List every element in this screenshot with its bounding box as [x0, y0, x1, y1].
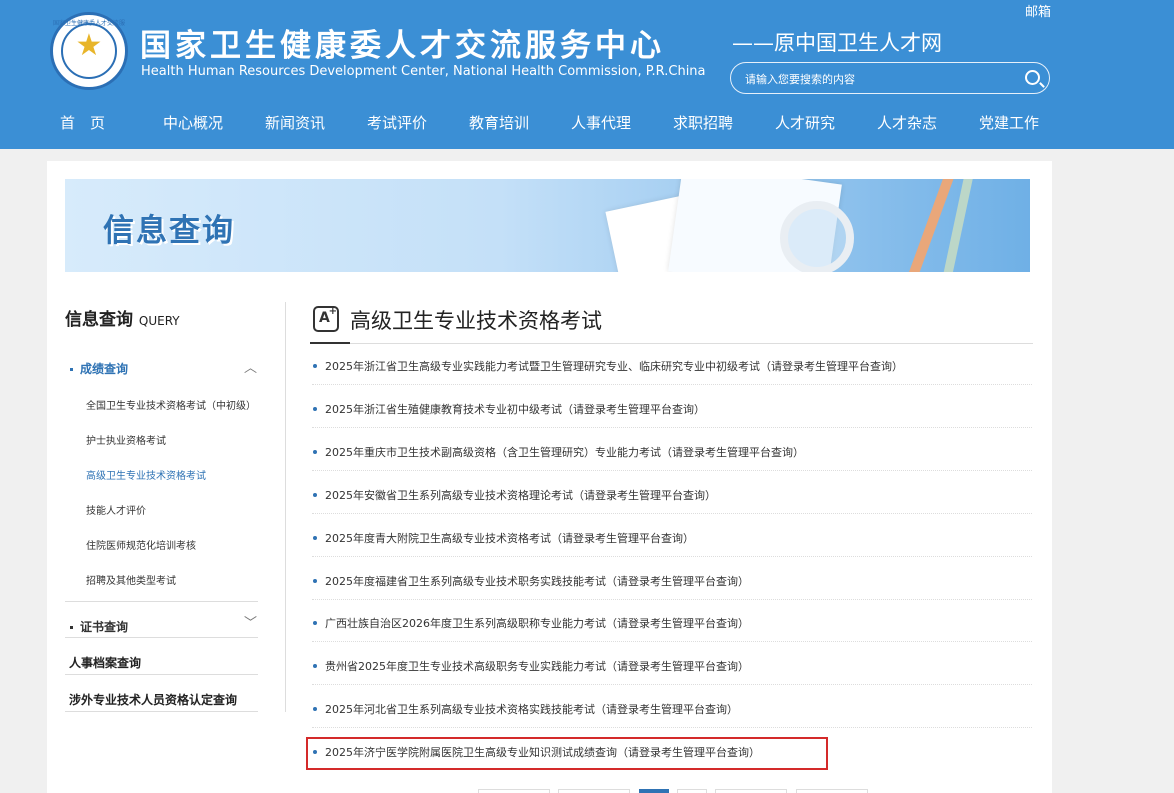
list-item: 2025年河北省卫生系列高级专业技术资格实践技能考试（请登录考生管理平台查询） — [312, 697, 1032, 728]
list-item: 2025年重庆市卫生技术副高级资格（含卫生管理研究）专业能力考试（请登录考生管理… — [312, 440, 1032, 471]
magnifier-illustration — [780, 201, 854, 272]
divider — [65, 637, 258, 638]
nav-home[interactable]: 首 页 — [60, 112, 105, 133]
nav-news[interactable]: 新闻资讯 — [265, 112, 325, 133]
pagination-button[interactable] — [478, 789, 550, 793]
list-item: 2025年安徽省卫生系列高级专业技术资格理论考试（请登录考生管理平台查询） — [312, 483, 1032, 514]
title-underline-accent — [310, 342, 350, 344]
bullet-icon — [313, 664, 317, 668]
sidebar-title-en: QUERY — [138, 314, 180, 328]
divider — [312, 556, 1032, 557]
pagination-current[interactable] — [639, 789, 669, 793]
pagination-button[interactable] — [796, 789, 868, 793]
bullet-icon — [313, 621, 317, 625]
search-icon[interactable] — [1025, 70, 1040, 85]
sidebar-link-personnel-files[interactable]: 人事档案查询 — [69, 654, 141, 671]
nav-magazine[interactable]: 人才杂志 — [877, 112, 937, 133]
page-banner: 信息查询 — [65, 179, 1030, 272]
list-item-link[interactable]: 广西壮族自治区2026年度卫生系列高级职称专业能力考试（请登录考生管理平台查询） — [325, 615, 749, 631]
logo-star-icon: ★ — [75, 28, 103, 63]
list-item: 2025年浙江省卫生高级专业实践能力考试暨卫生管理研究专业、临床研究专业中初级考… — [312, 354, 1032, 385]
banner-title: 信息查询 — [103, 213, 235, 249]
nav-personnel[interactable]: 人事代理 — [571, 112, 631, 133]
divider — [65, 601, 258, 602]
site-title-cn: 国家卫生健康委人才交流服务中心 — [140, 28, 665, 64]
pagination-button[interactable] — [715, 789, 787, 793]
nav-about[interactable]: 中心概况 — [163, 112, 223, 133]
divider — [312, 513, 1032, 514]
pagination-button[interactable] — [558, 789, 630, 793]
bullet-icon — [313, 536, 317, 540]
list-item: 2025年度青大附院卫生高级专业技术资格考试（请登录考生管理平台查询） — [312, 526, 1032, 557]
bullet-icon — [70, 626, 73, 629]
divider — [312, 641, 1032, 642]
list-item-link[interactable]: 2025年安徽省卫生系列高级专业技术资格理论考试（请登录考生管理平台查询） — [325, 487, 716, 503]
sidebar-section-label: 成绩查询 — [80, 362, 129, 376]
sidebar-item[interactable]: 全国卫生专业技术资格考试（中初级） — [86, 397, 256, 412]
sidebar-section-label: 证书查询 — [80, 620, 129, 634]
search-box — [730, 62, 1050, 94]
divider — [312, 470, 1032, 471]
sidebar-item[interactable]: 技能人才评价 — [86, 502, 146, 517]
divider — [65, 711, 258, 712]
sidebar-separator — [285, 302, 286, 712]
list-item-link[interactable]: 2025年度青大附院卫生高级专业技术资格考试（请登录考生管理平台查询） — [325, 530, 694, 546]
highlight-box — [306, 737, 828, 770]
list-item-link[interactable]: 2025年重庆市卫生技术副高级资格（含卫生管理研究）专业能力考试（请登录考生管理… — [325, 444, 804, 460]
list-item-link[interactable]: 2025年度福建省卫生系列高级专业技术职务实践技能考试（请登录考生管理平台查询） — [325, 573, 749, 589]
divider — [312, 684, 1032, 685]
site-logo[interactable]: 国家卫生健康委人才交流服务中心 ★ — [50, 12, 128, 90]
exam-icon: A + — [313, 306, 339, 332]
content-title: 高级卫生专业技术资格考试 — [350, 309, 602, 333]
sidebar-link-foreign-qualification[interactable]: 涉外专业技术人员资格认定查询 — [69, 691, 237, 708]
pagination-button[interactable] — [677, 789, 707, 793]
mail-link[interactable]: 邮箱 — [1025, 1, 1051, 20]
list-item-link[interactable]: 2025年浙江省生殖健康教育技术专业初中级考试（请登录考生管理平台查询） — [325, 401, 705, 417]
main-nav: 首 页 中心概况 新闻资讯 考试评价 教育培训 人事代理 求职招聘 人才研究 人… — [0, 112, 1174, 136]
sidebar-title: 信息查询 QUERY — [65, 305, 180, 330]
search-input[interactable] — [745, 70, 1005, 88]
sidebar-item[interactable]: 护士执业资格考试 — [86, 432, 166, 447]
list-item-link[interactable]: 2025年河北省卫生系列高级专业技术资格实践技能考试（请登录考生管理平台查询） — [325, 701, 738, 717]
bullet-icon — [313, 707, 317, 711]
nav-research[interactable]: 人才研究 — [775, 112, 835, 133]
list-item: 贵州省2025年度卫生专业技术高级职务专业实践能力考试（请登录考生管理平台查询） — [312, 654, 1032, 685]
divider — [312, 384, 1032, 385]
sidebar-section-scores[interactable]: 成绩查询 — [70, 360, 128, 377]
nav-education[interactable]: 教育培训 — [469, 112, 529, 133]
nav-party[interactable]: 党建工作 — [979, 112, 1039, 133]
divider — [312, 727, 1032, 728]
title-underline — [310, 343, 1033, 344]
bullet-icon — [70, 368, 73, 371]
list-item: 2025年度福建省卫生系列高级专业技术职务实践技能考试（请登录考生管理平台查询） — [312, 569, 1032, 600]
chevron-down-icon[interactable]: ﹀ — [244, 612, 257, 631]
sidebar-section-certificates[interactable]: 证书查询 — [70, 618, 128, 635]
list-item: 广西壮族自治区2026年度卫生系列高级职称专业能力考试（请登录考生管理平台查询） — [312, 611, 1032, 642]
sidebar-item[interactable]: 招聘及其他类型考试 — [86, 572, 176, 587]
site-header: 国家卫生健康委人才交流服务中心 ★ 国家卫生健康委人才交流服务中心 Health… — [0, 0, 1174, 149]
bullet-icon — [313, 364, 317, 368]
nav-jobs[interactable]: 求职招聘 — [673, 112, 733, 133]
divider — [312, 427, 1032, 428]
sidebar-item[interactable]: 住院医师规范化培训考核 — [86, 537, 196, 552]
logo-ring-text: 国家卫生健康委人才交流服务中心 — [53, 20, 125, 27]
bullet-icon — [313, 579, 317, 583]
list-item: 2025年浙江省生殖健康教育技术专业初中级考试（请登录考生管理平台查询） — [312, 397, 1032, 428]
divider — [312, 599, 1032, 600]
divider — [65, 674, 258, 675]
sidebar-title-cn: 信息查询 — [65, 310, 133, 330]
nav-exams[interactable]: 考试评价 — [367, 112, 427, 133]
site-subtitle: ——原中国卫生人才网 — [732, 31, 942, 55]
list-item-link[interactable]: 贵州省2025年度卫生专业技术高级职务专业实践能力考试（请登录考生管理平台查询） — [325, 658, 749, 674]
sidebar-item-active[interactable]: 高级卫生专业技术资格考试 — [86, 467, 206, 482]
site-title-en: Health Human Resources Development Cente… — [141, 64, 706, 79]
chevron-up-icon[interactable]: ︿ — [244, 357, 257, 376]
list-item-link[interactable]: 2025年浙江省卫生高级专业实践能力考试暨卫生管理研究专业、临床研究专业中初级考… — [325, 358, 903, 374]
bullet-icon — [313, 407, 317, 411]
bullet-icon — [313, 450, 317, 454]
bullet-icon — [313, 493, 317, 497]
